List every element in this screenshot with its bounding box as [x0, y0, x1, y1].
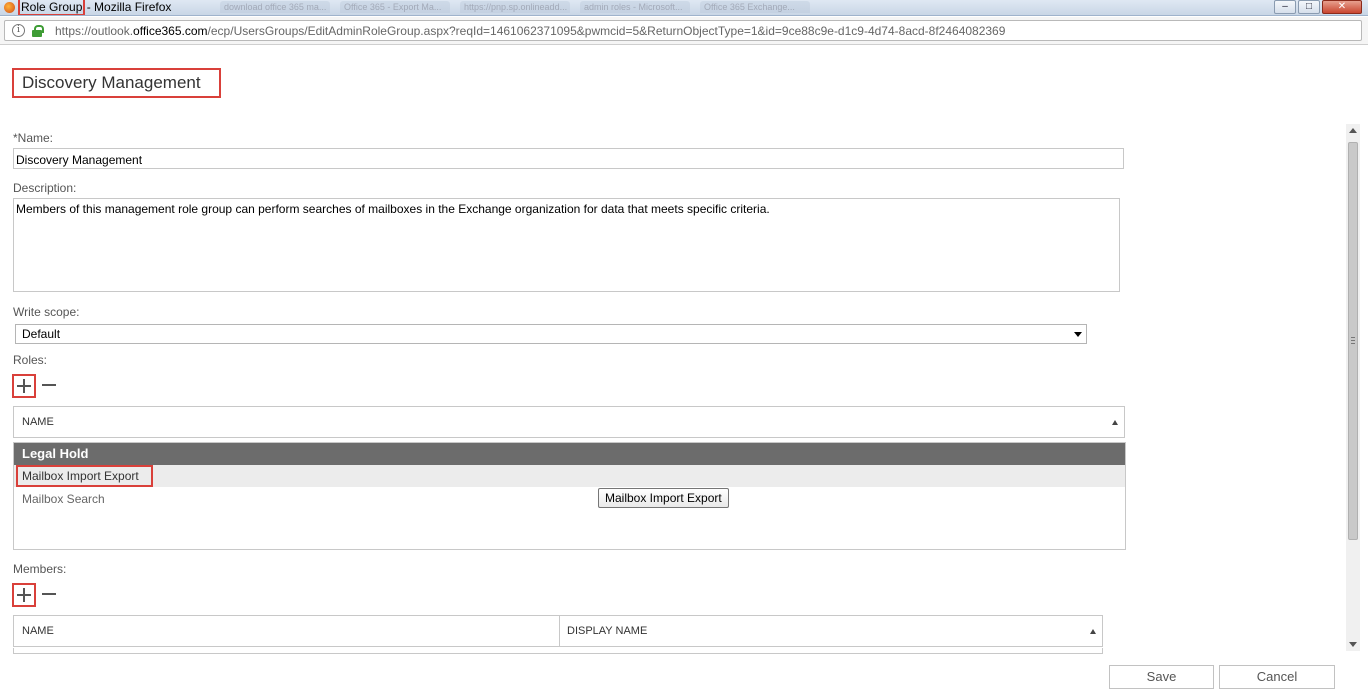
address-bar[interactable]: i https://outlook.office365.com/ecp/User… — [4, 20, 1362, 41]
page-title: Discovery Management — [12, 68, 221, 98]
write-scope-select[interactable]: Default — [15, 324, 1087, 344]
url-prefix: https://outlook. — [55, 24, 134, 38]
sort-ascending-icon[interactable] — [1090, 629, 1096, 634]
minus-icon — [42, 593, 56, 595]
roles-table-header: NAME — [13, 406, 1125, 438]
window-controls: – □ ✕ — [1274, 0, 1362, 15]
write-scope-label: Write scope: — [13, 305, 80, 319]
description-field[interactable]: Members of this management role group ca… — [13, 198, 1120, 292]
remove-member-button[interactable] — [41, 583, 57, 607]
firefox-icon — [4, 2, 15, 13]
dialog-content: Discovery Management *Name: Discovery Ma… — [0, 46, 1368, 693]
url-text[interactable]: https://outlook.office365.com/ecp/UsersG… — [55, 24, 1005, 38]
window-title: Role Group - Mozilla Firefox — [17, 0, 172, 15]
info-icon[interactable]: i — [12, 24, 25, 37]
save-button[interactable]: Save — [1109, 665, 1214, 689]
background-tabs: download office 365 ma... Office 365 - E… — [220, 1, 810, 15]
lock-icon[interactable] — [32, 25, 44, 37]
write-scope-value: Default — [22, 327, 61, 341]
window-title-rest: - Mozilla Firefox — [83, 0, 172, 14]
scroll-down-icon[interactable] — [1349, 642, 1357, 647]
table-row[interactable]: Legal Hold — [14, 443, 1125, 465]
cancel-button[interactable]: Cancel — [1219, 665, 1335, 689]
scroll-thumb[interactable] — [1348, 142, 1358, 540]
description-label: Description: — [13, 181, 77, 195]
table-row-label: Mailbox Import Export — [16, 465, 153, 487]
chevron-down-icon — [1074, 332, 1082, 337]
name-field[interactable]: Discovery Management — [13, 148, 1124, 169]
address-bar-container: i https://outlook.office365.com/ecp/User… — [0, 17, 1368, 45]
minimize-icon[interactable]: – — [1274, 0, 1296, 14]
table-row[interactable]: Mailbox Search — [14, 488, 1125, 510]
vertical-scrollbar[interactable] — [1346, 124, 1360, 651]
window-title-highlight: Role Group — [17, 0, 86, 15]
roles-label: Roles: — [13, 353, 48, 367]
url-domain: office365.com — [133, 24, 208, 38]
roles-table: Legal Hold Mailbox Import Export Mailbox… — [13, 442, 1126, 550]
sort-ascending-icon[interactable] — [1112, 420, 1118, 425]
members-label: Members: — [13, 562, 67, 576]
background-tab: https://pnp.sp.onlineadd... — [460, 1, 570, 13]
table-row[interactable]: Mailbox Import Export — [14, 465, 1125, 487]
add-member-button[interactable] — [12, 583, 36, 607]
url-suffix: /ecp/UsersGroups/EditAdminRoleGroup.aspx… — [207, 24, 1006, 38]
background-tab: admin roles - Microsoft... — [580, 1, 690, 13]
background-tab: download office 365 ma... — [220, 1, 330, 13]
background-tab: Office 365 Exchange... — [700, 1, 810, 13]
minus-icon — [42, 384, 56, 386]
background-tab: Office 365 - Export Ma... — [340, 1, 450, 13]
scroll-up-icon[interactable] — [1349, 128, 1357, 133]
row-tooltip: Mailbox Import Export — [598, 488, 729, 508]
add-role-button[interactable] — [12, 374, 36, 398]
remove-role-button[interactable] — [41, 374, 57, 398]
name-label: *Name: — [13, 131, 54, 145]
window-titlebar: Role Group - Mozilla Firefox download of… — [0, 0, 1368, 16]
members-table — [13, 648, 1103, 654]
members-display-name-column-header[interactable]: DISPLAY NAME — [559, 616, 1059, 646]
maximize-icon[interactable]: □ — [1298, 0, 1320, 14]
members-table-header: NAME DISPLAY NAME — [13, 615, 1103, 647]
members-name-column-header[interactable]: NAME — [14, 616, 554, 646]
close-icon[interactable]: ✕ — [1322, 0, 1362, 14]
roles-name-column-header[interactable]: NAME — [14, 407, 314, 437]
